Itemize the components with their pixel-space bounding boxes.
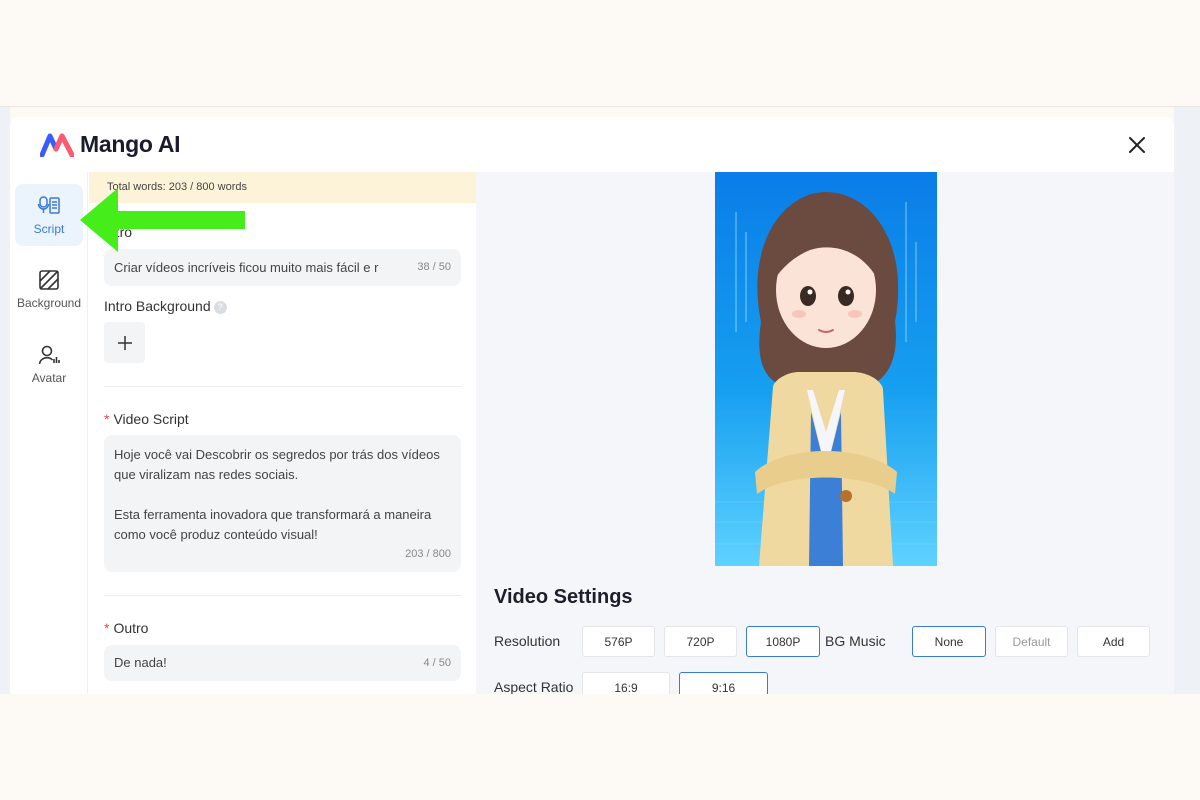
bg-music-none-button[interactable]: None <box>912 626 986 657</box>
intro-background-label: Intro Background? <box>104 298 227 314</box>
add-intro-background-button[interactable] <box>104 322 145 363</box>
resolution-1080p-button[interactable]: 1080P <box>746 626 820 657</box>
outro-label: * Outro <box>104 620 149 636</box>
resolution-576p-button[interactable]: 576P <box>582 626 655 657</box>
outro-value: De nada! <box>114 655 167 670</box>
intro-background-label-text: Intro Background <box>104 298 211 314</box>
plus-icon <box>117 335 132 350</box>
divider <box>104 595 461 596</box>
video-script-label: * Video Script <box>104 411 189 427</box>
bg-music-add-button[interactable]: Add <box>1077 626 1150 657</box>
video-preview-panel: Video Settings Resolution 576P 720P 1080… <box>476 172 1174 694</box>
bottom-bar <box>0 694 1200 800</box>
mango-ai-logo: Mango AI <box>40 131 181 158</box>
avatar-preview-image <box>715 172 937 566</box>
background-edge-right <box>1174 107 1200 694</box>
avatar-icon <box>38 345 60 365</box>
app-name: Mango AI <box>80 131 181 157</box>
sidebar: Script Background Avatar <box>10 172 88 694</box>
aspect-16-9-button[interactable]: 16:9 <box>582 672 670 694</box>
sidebar-item-label: Avatar <box>31 371 67 385</box>
script-char-count: 203 / 800 <box>405 548 451 560</box>
intro-char-count: 38 / 50 <box>417 261 451 273</box>
aspect-ratio-label: Aspect Ratio <box>494 679 574 694</box>
aspect-9-16-button[interactable]: 9:16 <box>679 672 768 694</box>
green-arrow-annotation <box>80 188 245 252</box>
outro-label-text: Outro <box>113 620 149 636</box>
resolution-label: Resolution <box>494 633 561 649</box>
divider <box>104 386 461 387</box>
script-paragraph-1: Hoje você vai Descobrir os segredos por … <box>114 447 440 482</box>
script-paragraph-2: Esta ferramenta inovadora que transforma… <box>114 507 432 542</box>
sidebar-item-label: Background <box>16 296 82 310</box>
close-icon[interactable] <box>1124 132 1150 158</box>
outro-input[interactable]: De nada! 4 / 50 <box>104 645 461 681</box>
mango-logo-icon <box>40 133 74 157</box>
background-icon <box>39 270 59 290</box>
sidebar-item-script[interactable]: Script <box>15 184 83 246</box>
video-settings-title: Video Settings <box>494 586 633 608</box>
outro-char-count: 4 / 50 <box>423 657 451 669</box>
resolution-720p-button[interactable]: 720P <box>664 626 737 657</box>
intro-value: Criar vídeos incríveis ficou muito mais … <box>114 260 379 275</box>
help-icon[interactable]: ? <box>213 300 227 314</box>
video-script-textarea[interactable]: Hoje você vai Descobrir os segredos por … <box>104 435 461 572</box>
background-edge-left <box>0 107 10 694</box>
video-script-label-text: Video Script <box>113 411 189 427</box>
bg-music-default-button[interactable]: Default <box>995 626 1068 657</box>
modal-header: Mango AI <box>10 117 1174 172</box>
top-bar <box>0 0 1200 107</box>
sidebar-item-background[interactable]: Background <box>15 258 83 320</box>
microphone-script-icon <box>37 196 60 214</box>
sidebar-item-avatar[interactable]: Avatar <box>15 333 83 395</box>
bg-music-label: BG Music <box>825 633 886 649</box>
sidebar-item-label: Script <box>33 222 65 236</box>
